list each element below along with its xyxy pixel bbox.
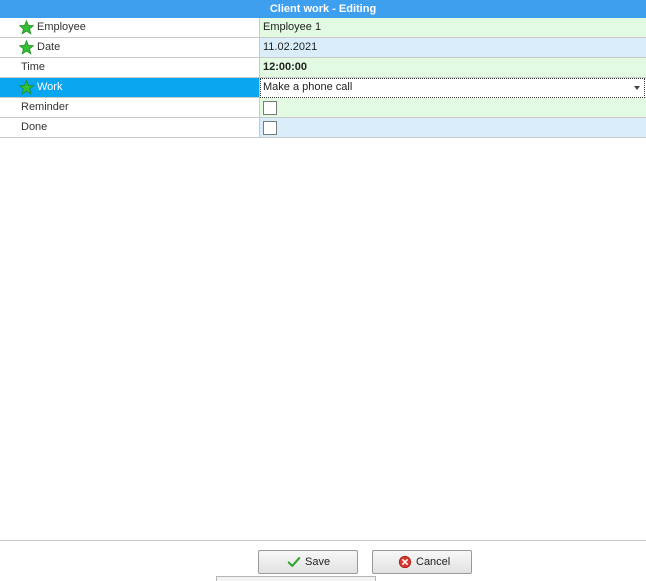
reminder-value-cell bbox=[260, 98, 646, 117]
reminder-checkbox[interactable] bbox=[263, 101, 277, 115]
field-label-reminder: Reminder bbox=[21, 101, 69, 113]
field-label-employee: Employee bbox=[37, 21, 86, 33]
window-title: Client work - Editing bbox=[0, 0, 646, 18]
field-label-cell-employee: Employee bbox=[0, 18, 260, 37]
employee-value[interactable]: Employee 1 bbox=[260, 18, 646, 37]
cancel-button-label: Cancel bbox=[416, 556, 451, 568]
field-label-cell-date: Date bbox=[0, 38, 260, 57]
star-icon bbox=[19, 40, 34, 55]
save-button[interactable]: Save bbox=[258, 550, 358, 574]
checkmark-icon bbox=[287, 557, 301, 567]
work-combobox-value: Make a phone call bbox=[263, 81, 353, 93]
cancel-button[interactable]: Cancel bbox=[372, 550, 472, 574]
horizontal-scrollbar[interactable] bbox=[216, 576, 376, 581]
star-icon bbox=[19, 80, 34, 95]
field-label-date: Date bbox=[37, 41, 61, 53]
field-label-cell-work: Work bbox=[0, 78, 260, 97]
done-checkbox[interactable] bbox=[263, 121, 277, 135]
field-label-done: Done bbox=[21, 121, 48, 133]
field-row-work[interactable]: Work Make a phone call bbox=[0, 78, 646, 98]
field-label-cell-time: Time bbox=[0, 58, 260, 77]
field-row-time[interactable]: Time 12:00:00 bbox=[0, 58, 646, 78]
field-label-work: Work bbox=[37, 81, 63, 93]
cancel-icon bbox=[398, 555, 412, 569]
field-row-reminder[interactable]: Reminder bbox=[0, 98, 646, 118]
field-label-cell-done: Done bbox=[0, 118, 260, 137]
date-value[interactable]: 11.02.2021 bbox=[260, 38, 646, 57]
work-combobox[interactable]: Make a phone call bbox=[260, 78, 645, 98]
field-label-cell-reminder: Reminder bbox=[0, 98, 260, 117]
done-value-cell bbox=[260, 118, 646, 137]
editor-grid: Employee Employee 1 Date 11.02.2021 Time… bbox=[0, 18, 646, 138]
field-row-date[interactable]: Date 11.02.2021 bbox=[0, 38, 646, 58]
dialog-footer: Save Cancel bbox=[0, 540, 646, 581]
field-label-time: Time bbox=[21, 61, 46, 73]
star-icon bbox=[19, 20, 34, 35]
field-row-employee[interactable]: Employee Employee 1 bbox=[0, 18, 646, 38]
chevron-down-icon[interactable] bbox=[634, 86, 640, 90]
time-value[interactable]: 12:00:00 bbox=[260, 58, 646, 77]
field-row-done[interactable]: Done bbox=[0, 118, 646, 137]
save-button-label: Save bbox=[305, 556, 331, 568]
